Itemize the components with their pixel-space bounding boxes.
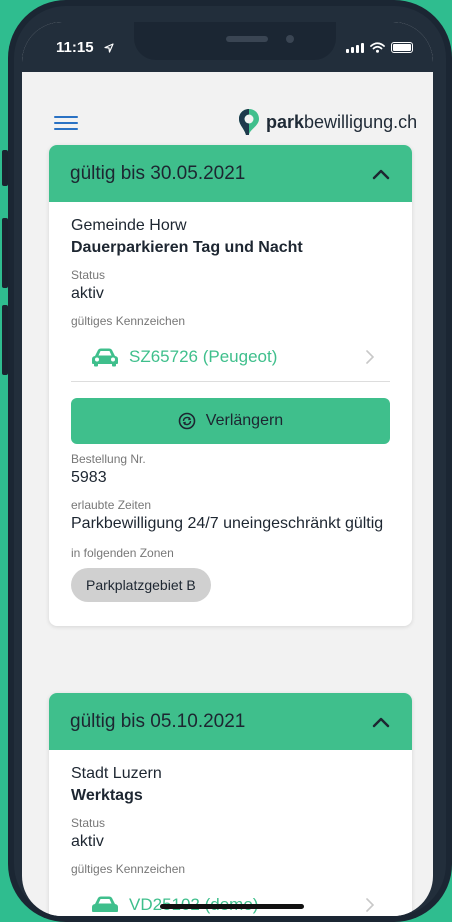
municipality: Gemeinde Horw	[71, 217, 187, 234]
brand-logo[interactable]: parkbewilligung.ch	[238, 108, 417, 136]
extend-button[interactable]: Verlängern	[71, 398, 390, 444]
speaker-grille	[226, 36, 268, 42]
allowed-times: Parkbewilligung 24/7 uneingeschränkt gül…	[71, 515, 384, 532]
permit-card: gültig bis 05.10.2021 Stadt Luzern Werkt…	[49, 693, 412, 916]
car-icon	[92, 348, 118, 366]
home-indicator[interactable]	[160, 904, 304, 909]
permit-card-body: Stadt Luzern Werktags Status aktiv gülti…	[49, 750, 412, 916]
status-label: Status	[71, 268, 106, 282]
battery-icon	[391, 42, 413, 53]
plate-label: gültiges Kennzeichen	[71, 314, 186, 328]
municipality: Stadt Luzern	[71, 765, 162, 782]
license-plate-row[interactable]: SZ65726 (Peugeot)	[71, 332, 390, 382]
front-camera	[286, 35, 294, 43]
status-time: 11:15	[56, 39, 94, 56]
app-header: parkbewilligung.ch	[22, 72, 433, 142]
car-icon	[92, 896, 118, 912]
permit-card: gültig bis 30.05.2021 Gemeinde Horw Daue…	[49, 145, 412, 626]
brand-name: parkbewilligung.ch	[266, 111, 418, 132]
wifi-icon	[370, 42, 385, 53]
valid-until-title: gültig bis 05.10.2021	[70, 710, 246, 732]
cellular-signal-icon	[346, 43, 364, 53]
valid-until-title: gültig bis 30.05.2021	[70, 162, 246, 184]
phone-notch	[134, 22, 336, 60]
order-number: 5983	[71, 469, 107, 486]
permit-card-header[interactable]: gültig bis 05.10.2021	[49, 693, 412, 750]
status-icons	[346, 42, 413, 53]
location-arrow-icon	[104, 43, 114, 53]
app-screen: 11:15 parkbewilligung.ch gültig bis 30.0…	[22, 22, 433, 916]
zone-chip: Parkplatzgebiet B	[71, 568, 211, 602]
status-label: Status	[71, 816, 106, 830]
plate-label: gültiges Kennzeichen	[71, 862, 186, 876]
menu-icon[interactable]	[54, 116, 78, 130]
chevron-right-icon	[366, 349, 374, 364]
product-name: Dauerparkieren Tag und Nacht	[71, 239, 303, 256]
chevron-right-icon	[366, 897, 374, 912]
status-value: aktiv	[71, 833, 104, 850]
logo-pin-icon	[239, 109, 259, 135]
renew-icon	[178, 412, 196, 430]
times-label: erlaubte Zeiten	[71, 498, 152, 512]
extend-button-label: Verlängern	[205, 412, 284, 429]
permit-card-header[interactable]: gültig bis 30.05.2021	[49, 145, 412, 202]
chevron-up-icon[interactable]	[372, 716, 390, 728]
permit-card-body: Gemeinde Horw Dauerparkieren Tag und Nac…	[49, 202, 412, 626]
zones-label: in folgenden Zonen	[71, 546, 174, 560]
chevron-up-icon[interactable]	[372, 168, 390, 180]
order-label: Bestellung Nr.	[71, 452, 146, 466]
product-name: Werktags	[71, 787, 143, 804]
status-value: aktiv	[71, 285, 104, 302]
license-plate: SZ65726 (Peugeot)	[129, 346, 278, 366]
license-plate-row[interactable]: VD25102 (demo)	[71, 880, 390, 916]
